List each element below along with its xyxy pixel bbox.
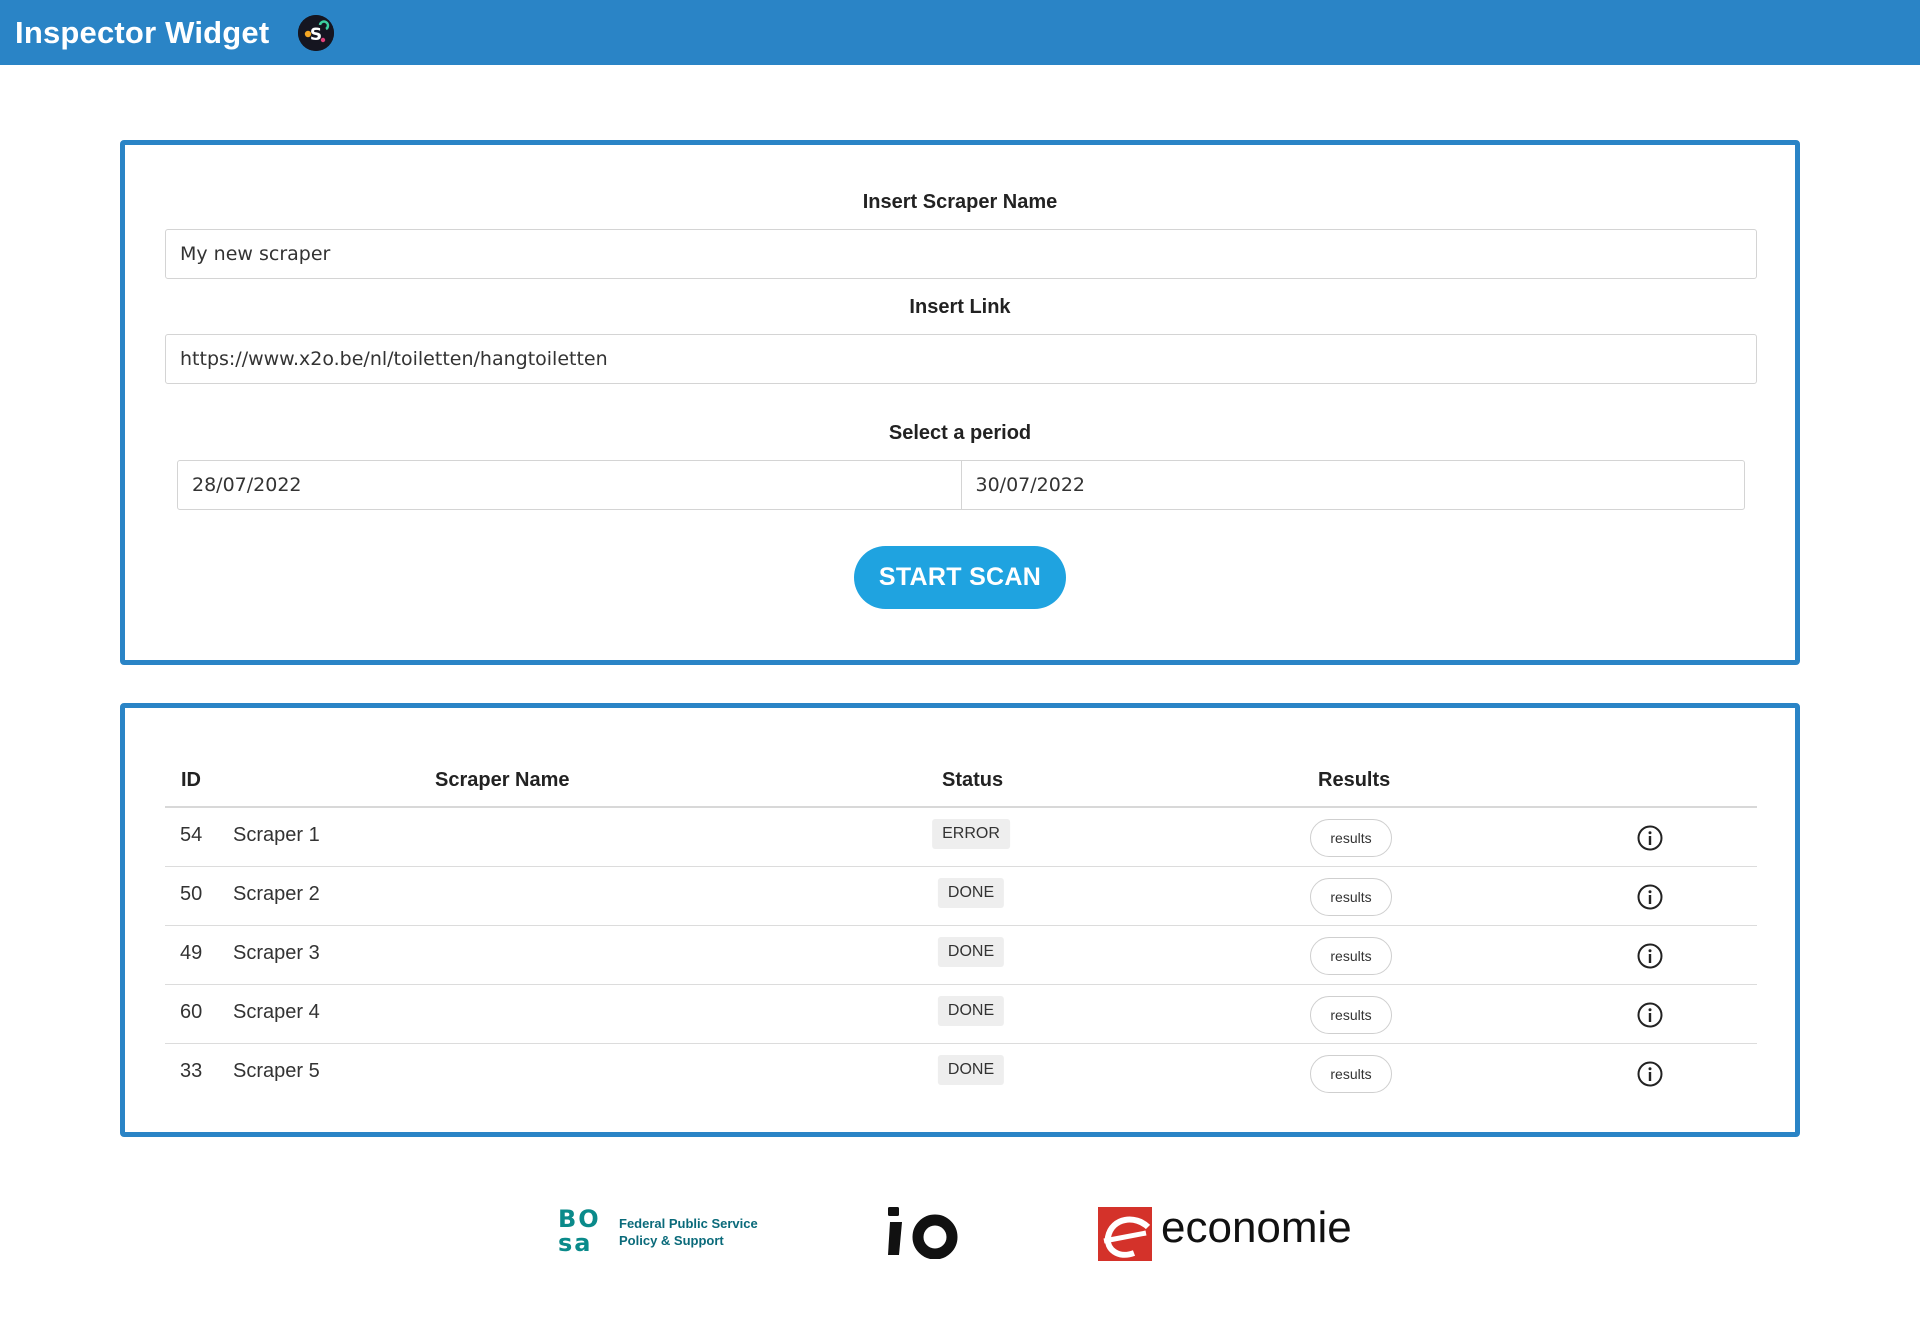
row-scraper-name: Scraper 3 xyxy=(233,942,320,964)
results-button[interactable]: results xyxy=(1310,878,1392,916)
info-icon[interactable] xyxy=(1636,942,1664,970)
table-row: 60 Scraper 4 DONE results xyxy=(165,985,1757,1044)
economie-mark-icon xyxy=(1098,1207,1152,1261)
io-logo-icon xyxy=(888,1207,958,1259)
footer-logos: BO sa Federal Public Service Policy & Su… xyxy=(0,1195,1920,1285)
link-label: Insert Link xyxy=(909,296,1011,318)
bosa-logo: BO sa Federal Public Service Policy & Su… xyxy=(558,1207,758,1267)
status-badge: DONE xyxy=(937,996,1005,1026)
row-id: 60 xyxy=(180,1001,203,1023)
period-label: Select a period xyxy=(888,422,1032,444)
status-badge: DONE xyxy=(937,1055,1005,1085)
link-input[interactable]: https://www.x2o.be/nl/toiletten/hangtoil… xyxy=(165,334,1757,384)
table-row: 50 Scraper 2 DONE results xyxy=(165,867,1757,926)
row-id: 49 xyxy=(180,942,203,964)
status-badge: DONE xyxy=(937,878,1005,908)
row-id: 54 xyxy=(180,824,203,846)
table-row: 33 Scraper 5 DONE results xyxy=(165,1044,1757,1103)
svg-text:S: S xyxy=(310,25,322,45)
scraper-name-input[interactable]: My new scraper xyxy=(165,229,1757,279)
table-row: 54 Scraper 1 ERROR results xyxy=(165,808,1757,867)
row-id: 50 xyxy=(180,883,203,905)
results-button[interactable]: results xyxy=(1310,937,1392,975)
info-icon[interactable] xyxy=(1636,883,1664,911)
app-logo-icon: S xyxy=(298,14,335,51)
results-button[interactable]: results xyxy=(1310,996,1392,1034)
info-icon[interactable] xyxy=(1636,1060,1664,1088)
table-header: ID Scraper Name Status Results xyxy=(165,758,1757,808)
period-start-input[interactable]: 28/07/2022 xyxy=(178,461,961,509)
scraper-name-label: Insert Scraper Name xyxy=(862,191,1058,213)
results-button[interactable]: results xyxy=(1310,1055,1392,1093)
bosa-text: Federal Public Service Policy & Support xyxy=(619,1216,758,1248)
status-badge: ERROR xyxy=(932,819,1010,849)
economie-logo: economie xyxy=(1098,1203,1378,1261)
column-header-scraper-name: Scraper Name xyxy=(435,769,570,791)
row-scraper-name: Scraper 4 xyxy=(233,1001,320,1023)
status-badge: DONE xyxy=(937,937,1005,967)
info-icon[interactable] xyxy=(1636,824,1664,852)
column-header-status: Status xyxy=(942,769,1004,791)
column-header-id: ID xyxy=(181,769,201,791)
results-button[interactable]: results xyxy=(1310,819,1392,857)
table-row: 49 Scraper 3 DONE results xyxy=(165,926,1757,985)
row-id: 33 xyxy=(180,1060,203,1082)
row-scraper-name: Scraper 5 xyxy=(233,1060,320,1082)
scrapers-table: ID Scraper Name Status Results 54 Scrape… xyxy=(165,758,1757,1103)
row-scraper-name: Scraper 2 xyxy=(233,883,320,905)
bosa-mark: BO sa xyxy=(558,1205,601,1257)
economie-text: economie xyxy=(1161,1203,1352,1252)
period-date-range: 28/07/2022 30/07/2022 xyxy=(177,460,1745,510)
row-scraper-name: Scraper 1 xyxy=(233,824,320,846)
top-app-bar: Inspector Widget S xyxy=(0,0,1920,65)
app-title: Inspector Widget xyxy=(15,14,270,50)
info-icon[interactable] xyxy=(1636,1001,1664,1029)
column-header-results: Results xyxy=(1318,769,1391,791)
scrapers-table-panel: ID Scraper Name Status Results 54 Scrape… xyxy=(120,703,1800,1137)
start-scan-button[interactable]: START SCAN xyxy=(854,546,1066,609)
period-end-input[interactable]: 30/07/2022 xyxy=(960,461,1745,509)
scan-form-panel: Insert Scraper Name My new scraper Inser… xyxy=(120,140,1800,665)
